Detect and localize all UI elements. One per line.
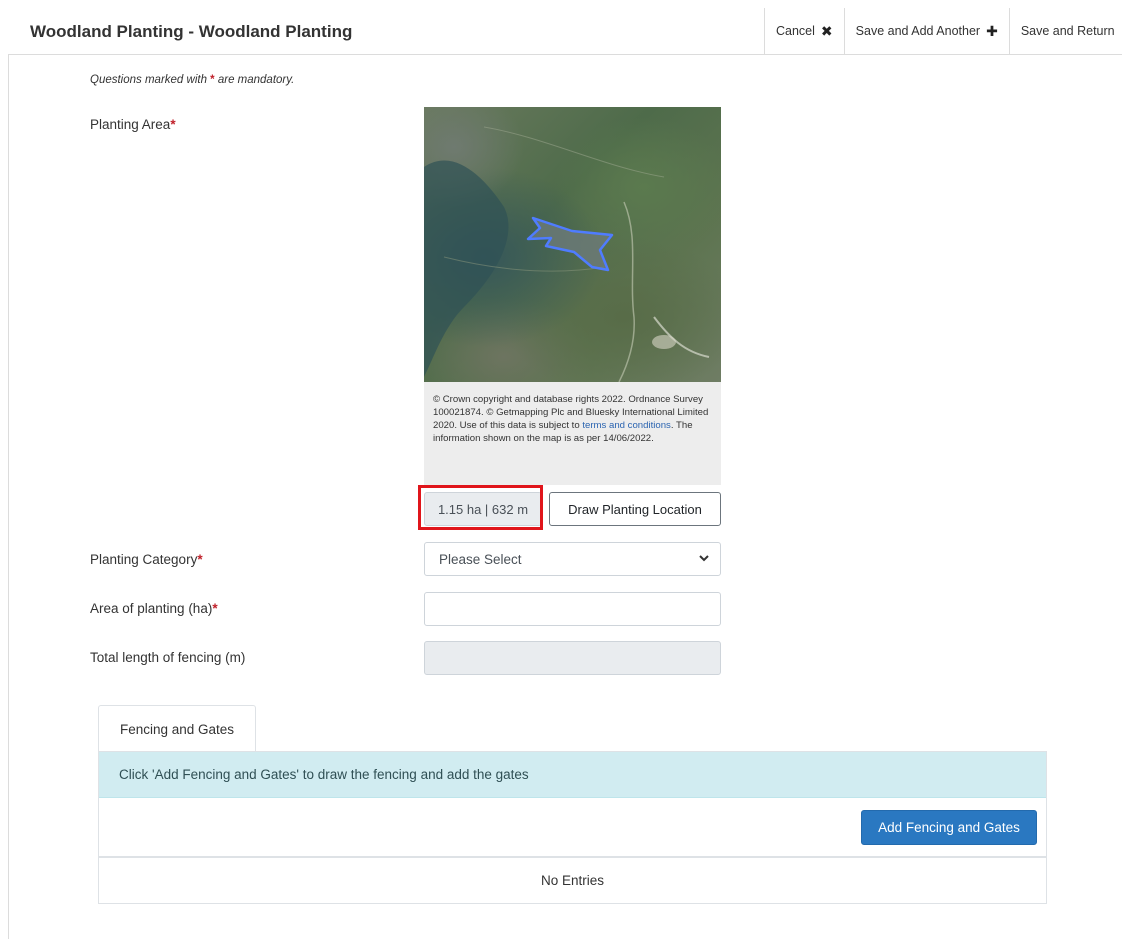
required-marker: * bbox=[212, 601, 218, 616]
empty-entries-message: No Entries bbox=[540, 873, 605, 888]
fencing-length-input bbox=[424, 641, 721, 675]
page-title: Woodland Planting - Woodland Planting bbox=[30, 22, 353, 41]
mandatory-note: Questions marked with * are mandatory. bbox=[90, 74, 294, 86]
plus-icon: ✚ bbox=[986, 22, 998, 39]
required-marker: * bbox=[197, 552, 203, 567]
mandatory-note-prefix: Questions marked with bbox=[90, 74, 211, 86]
planting-area-polygon bbox=[526, 216, 614, 272]
area-of-planting-input[interactable] bbox=[424, 592, 721, 626]
mandatory-note-suffix: are mandatory. bbox=[214, 74, 295, 86]
planting-area-map[interactable] bbox=[424, 107, 721, 382]
header-bar: Woodland Planting - Woodland Planting Ca… bbox=[8, 8, 1122, 55]
chevron-down-icon bbox=[698, 552, 710, 567]
tab-fencing-and-gates[interactable]: Fencing and Gates bbox=[98, 705, 256, 752]
map-attribution: © Crown copyright and database rights 20… bbox=[424, 382, 721, 485]
area-of-planting-label: Area of planting (ha)* bbox=[90, 601, 218, 616]
fencing-panel: Click 'Add Fencing and Gates' to draw th… bbox=[98, 751, 1047, 904]
header-actions: Cancel ✖ Save and Add Another ✚ Save and… bbox=[764, 8, 1122, 54]
cancel-button[interactable]: Cancel ✖ bbox=[764, 8, 844, 54]
fencing-length-label: Total length of fencing (m) bbox=[90, 650, 246, 665]
draw-planting-location-button[interactable]: Draw Planting Location bbox=[549, 492, 721, 526]
cancel-label: Cancel bbox=[776, 24, 815, 38]
save-return-label: Save and Return bbox=[1020, 24, 1115, 38]
fencing-info-alert: Click 'Add Fencing and Gates' to draw th… bbox=[99, 752, 1046, 798]
area-of-planting-label-text: Area of planting (ha) bbox=[90, 601, 213, 616]
add-fencing-and-gates-button[interactable]: Add Fencing and Gates bbox=[861, 810, 1037, 845]
map-overlay bbox=[424, 126, 710, 382]
highlight-box bbox=[418, 485, 543, 530]
planting-area-label: Planting Area* bbox=[90, 117, 176, 132]
close-icon: ✖ bbox=[820, 22, 833, 39]
terms-and-conditions-link[interactable]: terms and conditions bbox=[582, 420, 671, 431]
save-and-add-another-button[interactable]: Save and Add Another ✚ bbox=[843, 8, 1009, 54]
save-and-return-button[interactable]: Save and Return bbox=[1008, 8, 1122, 54]
planting-category-value: Please Select bbox=[439, 551, 522, 567]
planting-category-label-text: Planting Category bbox=[90, 552, 198, 567]
required-marker: * bbox=[170, 117, 176, 132]
save-add-label: Save and Add Another bbox=[855, 24, 981, 38]
planting-area-label-text: Planting Area bbox=[90, 117, 171, 132]
planting-category-select[interactable]: Please Select bbox=[424, 542, 721, 576]
planting-category-label: Planting Category* bbox=[90, 552, 203, 567]
